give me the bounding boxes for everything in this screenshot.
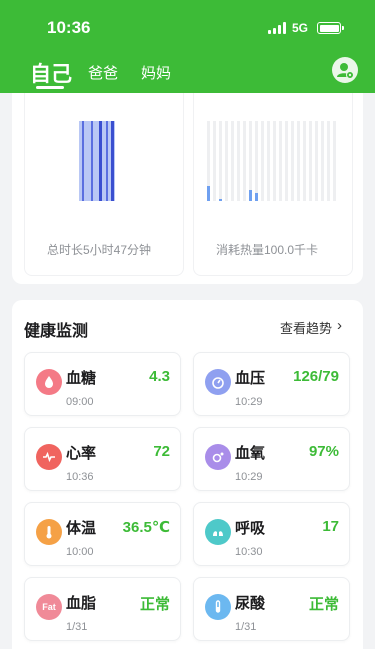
metric-blood-sugar[interactable]: 血糖 09:00 4.3	[24, 352, 181, 416]
sleep-duration-label: 总时长5小时47分钟	[47, 243, 152, 257]
metric-blood-pressure[interactable]: 血压 10:29 126/79	[193, 352, 350, 416]
metric-time: 10:00	[66, 546, 94, 558]
metric-name: 血氧	[235, 445, 266, 462]
calorie-chart	[207, 121, 336, 201]
metric-value: 72	[153, 443, 170, 460]
metric-value: 97%	[308, 443, 339, 460]
test-tube-icon	[205, 594, 231, 620]
battery-icon	[317, 22, 344, 34]
fat-drop-icon: Fat	[36, 594, 62, 620]
metric-time: 10:30	[235, 546, 263, 558]
status-time: 10:36	[47, 18, 91, 37]
metric-value: 17	[322, 518, 339, 535]
metric-blood-oxygen[interactable]: 血氧 10:29 97%	[193, 427, 350, 491]
metric-name: 体温	[66, 520, 97, 537]
metric-name: 心率	[66, 445, 97, 462]
health-monitor-card: 健康监测 查看趋势 › 血糖 09:00 4.3 血压 10:29 126/79…	[12, 300, 363, 649]
metric-time: 10:29	[235, 471, 263, 483]
tab-active-indicator	[36, 86, 64, 89]
metric-time: 10:29	[235, 396, 263, 408]
sleep-card[interactable]: 总时长5小时47分钟	[24, 93, 184, 276]
sleep-chart	[79, 121, 115, 201]
tab-dad[interactable]: 爸爸	[88, 62, 118, 83]
metric-time: 1/31	[66, 621, 88, 633]
metric-value: 4.3	[149, 368, 170, 385]
metric-temperature[interactable]: 体温 10:00 36.5℃	[24, 502, 181, 566]
view-trend-link[interactable]: 查看趋势	[280, 318, 332, 337]
metric-name: 尿酸	[235, 595, 266, 612]
summary-card: 总时长5小时47分钟 消耗热量100.0千卡	[12, 93, 363, 284]
metric-blood-lipid[interactable]: Fat 血脂 1/31 正常	[24, 577, 181, 641]
tab-self[interactable]: 自己	[30, 58, 72, 88]
metric-name: 呼吸	[235, 520, 266, 537]
metric-heart-rate[interactable]: 心率 10:36 72	[24, 427, 181, 491]
metric-respiration[interactable]: 呼吸 10:30 17	[193, 502, 350, 566]
calorie-label: 消耗热量100.0千卡	[216, 243, 319, 257]
header: 10:36 5G 自己 爸爸 妈妈	[0, 0, 375, 93]
calorie-card[interactable]: 消耗热量100.0千卡	[193, 93, 353, 276]
chevron-right-icon[interactable]: ›	[337, 317, 342, 334]
oxygen-drop-icon	[205, 444, 231, 470]
metric-time: 1/31	[235, 621, 257, 633]
metric-value: 正常	[308, 596, 339, 613]
status-bar: 10:36 5G	[0, 0, 375, 50]
gauge-icon	[205, 369, 231, 395]
network-label: 5G	[292, 21, 309, 35]
metric-value: 正常	[139, 596, 170, 613]
lungs-icon	[205, 519, 231, 545]
thermometer-icon	[36, 519, 62, 545]
user-settings-icon[interactable]	[332, 57, 358, 83]
signal-icon	[268, 22, 286, 34]
metric-time: 10:36	[66, 471, 94, 483]
metric-uric-acid[interactable]: 尿酸 1/31 正常	[193, 577, 350, 641]
health-title: 健康监测	[24, 323, 89, 340]
metric-name: 血压	[235, 370, 266, 387]
metric-value: 36.5℃	[122, 519, 170, 536]
tab-mom[interactable]: 妈妈	[141, 62, 171, 83]
metric-value: 126/79	[293, 368, 339, 385]
metric-time: 09:00	[66, 396, 94, 408]
heart-icon	[36, 444, 62, 470]
metric-name: 血脂	[66, 595, 97, 612]
blood-drop-icon	[36, 369, 62, 395]
metric-name: 血糖	[66, 370, 97, 387]
